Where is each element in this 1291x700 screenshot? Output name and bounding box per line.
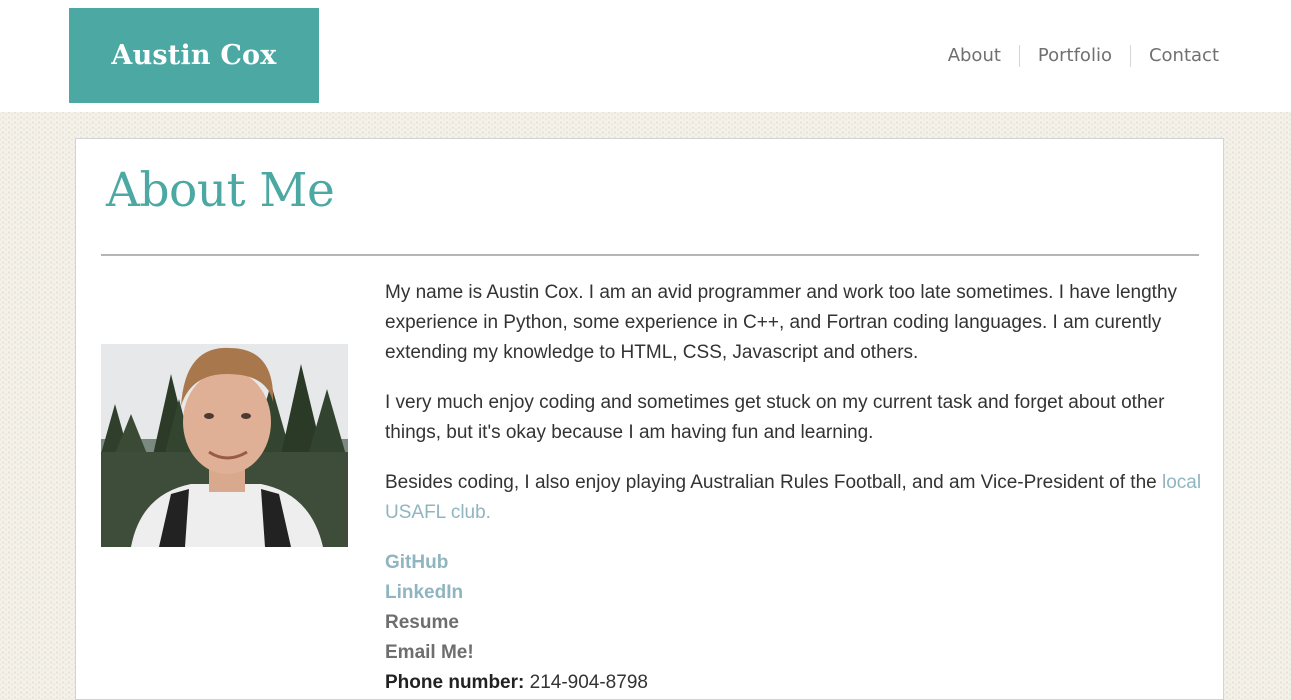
profile-photo	[101, 344, 348, 547]
football-paragraph: Besides coding, I also enjoy playing Aus…	[385, 468, 1205, 528]
main-nav: About Portfolio Contact	[930, 45, 1219, 67]
email-link[interactable]: Email Me!	[385, 642, 474, 663]
person-portrait-icon	[101, 344, 348, 547]
nav-about[interactable]: About	[930, 45, 1019, 67]
github-link[interactable]: GitHub	[385, 552, 448, 573]
nav-contact[interactable]: Contact	[1129, 45, 1219, 67]
logo-text: Austin Cox	[111, 40, 277, 71]
logo-link[interactable]: Austin Cox	[69, 8, 319, 103]
hobby-paragraph: I very much enjoy coding and sometimes g…	[385, 392, 1165, 443]
linkedin-link[interactable]: LinkedIn	[385, 582, 463, 603]
phone-value: 214-904-8798	[529, 672, 648, 693]
site-header: Austin Cox About Portfolio Contact	[0, 0, 1291, 112]
about-content: My name is Austin Cox. I am an avid prog…	[385, 278, 1205, 698]
about-card: About Me My name is Austin Cox. I am an	[75, 138, 1224, 700]
intro-paragraph: My name is Austin Cox. I am an avid prog…	[385, 282, 1178, 363]
nav-portfolio[interactable]: Portfolio	[1018, 45, 1130, 67]
football-text: Besides coding, I also enjoy playing Aus…	[385, 472, 1162, 493]
title-divider	[101, 254, 1199, 256]
resume-link[interactable]: Resume	[385, 612, 459, 633]
phone-label: Phone number:	[385, 672, 525, 693]
page-title: About Me	[106, 163, 335, 218]
